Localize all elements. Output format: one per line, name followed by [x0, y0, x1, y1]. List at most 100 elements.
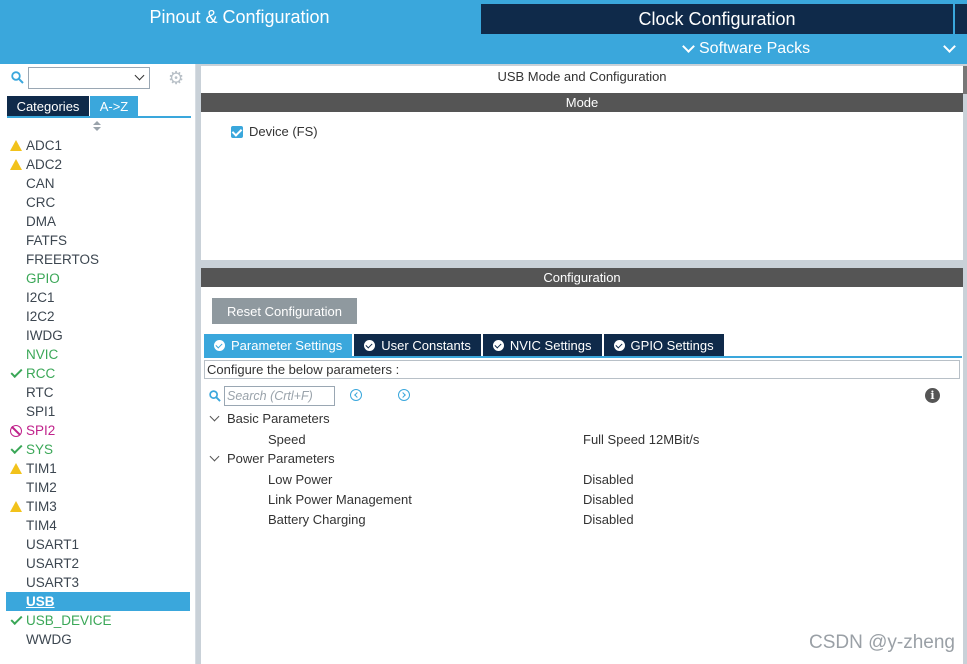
info-icon[interactable]: i — [925, 388, 940, 403]
sort-icon[interactable] — [92, 121, 102, 133]
empty-icon-slot — [6, 231, 26, 250]
list-item[interactable]: TIM4 — [6, 516, 190, 535]
more-menu-button[interactable] — [943, 36, 956, 62]
device-fs-label: Device (FS) — [249, 124, 318, 139]
prohibited-icon-shape — [10, 424, 22, 437]
list-item[interactable]: USB — [6, 592, 190, 611]
param-low-power-value[interactable]: Disabled — [583, 472, 634, 487]
chevron-down-icon — [209, 411, 220, 422]
search-input[interactable] — [28, 67, 150, 89]
check-circle-icon — [214, 339, 225, 351]
list-item-label: WWDG — [26, 632, 72, 647]
search-icon — [209, 390, 221, 402]
prohibited-icon — [6, 421, 26, 440]
software-packs-label: Software Packs — [699, 40, 811, 57]
empty-icon-slot — [6, 383, 26, 402]
param-battery-charging-value[interactable]: Disabled — [583, 512, 634, 527]
software-packs-menu[interactable]: Software Packs — [682, 36, 811, 62]
check-icon — [6, 364, 26, 383]
list-item-label: IWDG — [26, 328, 63, 343]
list-item[interactable]: IWDG — [6, 326, 190, 345]
check-icon — [6, 440, 26, 459]
empty-icon-slot — [6, 535, 26, 554]
left-panel: ⚙ Categories A->Z ADC1 ADC2 CAN CRC DMA FATFS… — [0, 64, 196, 664]
scrollbar[interactable] — [963, 66, 967, 94]
empty-icon-slot — [6, 630, 26, 649]
empty-icon-slot — [6, 345, 26, 364]
list-item-label: USART3 — [26, 575, 80, 590]
tab-pinout-configuration[interactable]: Pinout & Configuration — [0, 0, 479, 34]
list-item[interactable]: RCC — [6, 364, 190, 383]
parameter-search: Search (Crtl+F) — [209, 386, 335, 406]
reset-configuration-button[interactable]: Reset Configuration — [212, 298, 357, 324]
empty-icon-slot — [6, 250, 26, 269]
device-fs-checkbox[interactable]: Device (FS) — [231, 124, 318, 139]
list-item[interactable]: I2C2 — [6, 307, 190, 326]
param-low-power-name: Low Power — [268, 472, 333, 487]
list-item[interactable]: USART2 — [6, 554, 190, 573]
warning-icon-shape — [10, 501, 22, 512]
chevron-down-icon — [209, 451, 220, 462]
list-item-label: NVIC — [26, 347, 59, 362]
list-item[interactable]: TIM3 — [6, 497, 190, 516]
list-item[interactable]: ADC1 — [6, 136, 190, 155]
check-circle-icon — [364, 339, 376, 351]
panel-title: USB Mode and Configuration — [497, 69, 667, 84]
param-link-power-value[interactable]: Disabled — [583, 492, 634, 507]
list-item[interactable]: SYS — [6, 440, 190, 459]
tab-label: GPIO Settings — [630, 337, 714, 353]
warning-icon — [6, 459, 26, 478]
list-item[interactable]: USART1 — [6, 535, 190, 554]
list-item[interactable]: RTC — [6, 383, 190, 402]
gear-icon[interactable]: ⚙ — [168, 68, 188, 88]
list-item[interactable]: CAN — [6, 174, 190, 193]
tab-gpio-settings[interactable]: GPIO Settings — [603, 334, 724, 356]
empty-icon-slot — [6, 573, 26, 592]
tab-nvic-settings[interactable]: NVIC Settings — [482, 334, 602, 356]
list-item[interactable]: CRC — [6, 193, 190, 212]
empty-icon-slot — [6, 592, 26, 611]
list-item[interactable]: FREERTOS — [6, 250, 190, 269]
list-item[interactable]: SPI2 — [6, 421, 190, 440]
list-item[interactable]: ADC2 — [6, 155, 190, 174]
checkbox-checked-icon[interactable] — [231, 125, 243, 138]
tab-user-constants[interactable]: User Constants — [354, 334, 481, 356]
list-item-label: TIM2 — [26, 480, 57, 495]
list-item[interactable]: TIM2 — [6, 478, 190, 497]
list-item[interactable]: TIM1 — [6, 459, 190, 478]
list-item[interactable]: DMA — [6, 212, 190, 231]
list-item[interactable]: I2C1 — [6, 288, 190, 307]
empty-icon-slot — [6, 554, 26, 573]
list-item-label: ADC1 — [26, 138, 63, 153]
check-icon-shape — [9, 612, 23, 626]
empty-icon-slot — [6, 516, 26, 535]
empty-icon-slot — [6, 288, 26, 307]
list-item[interactable]: USB_DEVICE — [6, 611, 190, 630]
tab-clock-configuration[interactable]: Clock Configuration — [481, 4, 953, 34]
tab-parameter-settings[interactable]: Parameter Settings — [204, 334, 353, 356]
list-item[interactable]: GPIO — [6, 269, 190, 288]
configuration-panel: Configuration Reset Configuration Parame… — [201, 268, 963, 664]
param-speed-value[interactable]: Full Speed 12MBit/s — [583, 432, 699, 447]
param-speed-name: Speed — [268, 432, 306, 447]
empty-icon-slot — [6, 478, 26, 497]
list-item-label: I2C2 — [26, 309, 55, 324]
param-battery-charging-name: Battery Charging — [268, 512, 366, 527]
list-item[interactable]: NVIC — [6, 345, 190, 364]
list-item-label: TIM4 — [26, 518, 57, 533]
group-power-parameters[interactable]: Power Parameters — [209, 451, 335, 466]
tab-overflow-edge — [955, 4, 967, 34]
tab-a-z[interactable]: A->Z — [90, 96, 138, 116]
tab-categories[interactable]: Categories — [7, 96, 89, 116]
list-item-label: SPI2 — [26, 423, 56, 438]
list-item-label: FATFS — [26, 233, 68, 248]
previous-match-icon[interactable] — [350, 389, 362, 401]
group-basic-parameters[interactable]: Basic Parameters — [209, 411, 330, 426]
list-item[interactable]: WWDG — [6, 630, 190, 649]
next-match-icon[interactable] — [398, 389, 410, 401]
list-item[interactable]: FATFS — [6, 231, 190, 250]
list-item[interactable]: USART3 — [6, 573, 190, 592]
parameter-search-input[interactable]: Search (Crtl+F) — [224, 386, 335, 406]
list-item[interactable]: SPI1 — [6, 402, 190, 421]
chevron-down-icon[interactable] — [134, 70, 145, 81]
